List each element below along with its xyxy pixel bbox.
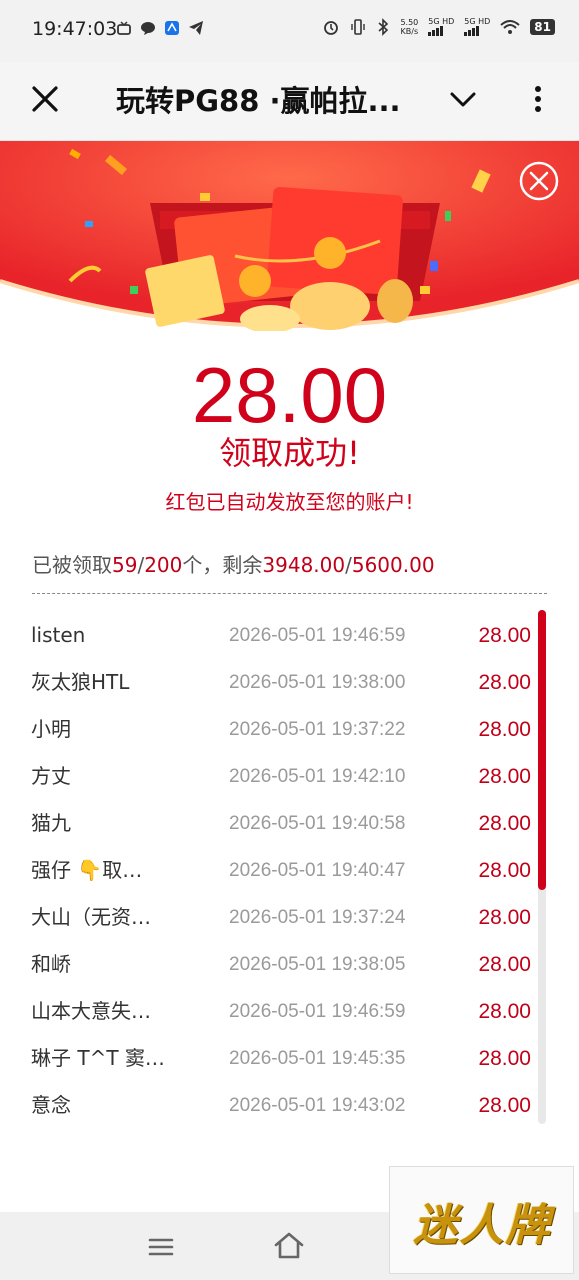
watermark-logo: 迷人牌 bbox=[389, 1166, 574, 1274]
telegram-icon bbox=[189, 21, 203, 35]
tv-app-icon bbox=[117, 21, 131, 35]
notification-icons bbox=[116, 20, 204, 36]
list-item: 猫九 2026-05-01 19:40:58 28.00 bbox=[0, 800, 579, 847]
claimer-name: 和峤 bbox=[31, 952, 71, 976]
claim-amount: 28.00 bbox=[478, 765, 531, 788]
app-bar: 玩转PG88 ·赢帕拉... bbox=[0, 62, 579, 141]
signal-bars-icon bbox=[428, 26, 454, 36]
scrollbar-thumb[interactable] bbox=[538, 610, 546, 890]
status-bar: 19:47:03 5.50 KB/s 5G HD 5G HD 81 bbox=[0, 0, 579, 62]
claim-amount: 28.00 bbox=[478, 624, 531, 647]
network-speed: 5.50 KB/s bbox=[400, 18, 419, 36]
page-title: 玩转PG88 ·赢帕拉... bbox=[116, 84, 401, 118]
more-vertical-icon[interactable] bbox=[528, 82, 548, 116]
claimer-name: 方丈 bbox=[31, 764, 71, 788]
alarm-icon bbox=[324, 21, 339, 35]
claimed-count: 59 bbox=[112, 553, 138, 577]
claim-time: 2026-05-01 19:46:59 bbox=[229, 625, 406, 646]
claim-time: 2026-05-01 19:38:00 bbox=[229, 672, 406, 693]
claim-amount: 28.00 bbox=[478, 812, 531, 835]
wifi-icon bbox=[500, 20, 520, 34]
claimer-name: 大山（无资… bbox=[31, 905, 151, 929]
vibrate-icon bbox=[351, 19, 366, 35]
claim-time: 2026-05-01 19:37:22 bbox=[229, 719, 406, 740]
chevron-down-icon[interactable] bbox=[448, 82, 478, 116]
list-item: 琳子 T^T 窦… 2026-05-01 19:45:35 28.00 bbox=[0, 1035, 579, 1082]
claim-time: 2026-05-01 19:43:02 bbox=[229, 1095, 406, 1116]
claim-amount: 28.00 bbox=[478, 1000, 531, 1023]
received-amount: 28.00 bbox=[191, 351, 388, 439]
claimer-name: 小明 bbox=[31, 717, 71, 741]
menu-icon[interactable] bbox=[146, 1232, 176, 1262]
list-item: 强仔 👇取… 2026-05-01 19:40:47 28.00 bbox=[0, 847, 579, 894]
claim-amount: 28.00 bbox=[478, 906, 531, 929]
claimer-name: listen bbox=[31, 623, 86, 647]
close-icon[interactable] bbox=[28, 82, 62, 116]
claim-time: 2026-05-01 19:40:47 bbox=[229, 860, 406, 881]
chat-bubble-icon bbox=[141, 22, 155, 35]
circle-close-icon[interactable] bbox=[518, 160, 560, 202]
battery-indicator: 81 bbox=[530, 19, 555, 35]
list-item: 小明 2026-05-01 19:37:22 28.00 bbox=[0, 706, 579, 753]
claim-time: 2026-05-01 19:46:59 bbox=[229, 1001, 406, 1022]
list-item: 大山（无资… 2026-05-01 19:37:24 28.00 bbox=[0, 894, 579, 941]
system-indicators: 5.50 KB/s 5G HD 5G HD 81 bbox=[322, 18, 555, 36]
total-count: 200 bbox=[144, 553, 183, 577]
list-item: 意念 2026-05-01 19:43:02 28.00 bbox=[0, 1082, 579, 1129]
claimer-name: 山本大意失… bbox=[31, 999, 151, 1023]
claim-amount: 28.00 bbox=[478, 953, 531, 976]
red-packet-banner bbox=[0, 141, 579, 331]
claim-status: 领取成功! bbox=[219, 434, 360, 472]
list-item: listen 2026-05-01 19:46:59 28.00 bbox=[0, 612, 579, 659]
claimer-name: 琳子 T^T 窦… bbox=[31, 1046, 165, 1070]
claim-amount: 28.00 bbox=[478, 671, 531, 694]
signal-sim1: 5G HD bbox=[428, 18, 454, 36]
claim-time: 2026-05-01 19:45:35 bbox=[229, 1048, 406, 1069]
claim-amount: 28.00 bbox=[478, 1094, 531, 1117]
claim-hint: 红包已自动发放至您的账户! bbox=[165, 490, 414, 514]
watermark-text: 迷人牌 bbox=[413, 1200, 552, 1251]
claimer-name: 猫九 bbox=[31, 811, 71, 835]
divider bbox=[32, 593, 547, 594]
red-packet-illustration bbox=[0, 141, 579, 331]
claim-amount: 28.00 bbox=[478, 718, 531, 741]
bluetooth-icon bbox=[378, 18, 389, 36]
claim-time: 2026-05-01 19:40:58 bbox=[229, 813, 406, 834]
list-item: 和峤 2026-05-01 19:38:05 28.00 bbox=[0, 941, 579, 988]
claimer-name: 强仔 👇取… bbox=[31, 858, 143, 882]
total-amount: 5600.00 bbox=[351, 553, 435, 577]
claim-summary: 已被领取59/200个，剩余3948.00/5600.00 bbox=[32, 553, 435, 577]
signal-sim2: 5G HD bbox=[464, 18, 490, 36]
claimer-name: 意念 bbox=[31, 1093, 71, 1117]
claim-amount: 28.00 bbox=[478, 1047, 531, 1070]
status-time: 19:47:03 bbox=[32, 18, 118, 40]
claim-time: 2026-05-01 19:37:24 bbox=[229, 907, 406, 928]
list-item: 方丈 2026-05-01 19:42:10 28.00 bbox=[0, 753, 579, 800]
payment-app-icon bbox=[165, 21, 179, 35]
claim-time: 2026-05-01 19:42:10 bbox=[229, 766, 406, 787]
claim-time: 2026-05-01 19:38:05 bbox=[229, 954, 406, 975]
claim-amount: 28.00 bbox=[478, 859, 531, 882]
signal-bars-icon bbox=[464, 26, 490, 36]
claimer-name: 灰太狼HTL bbox=[31, 670, 130, 694]
remaining-amount: 3948.00 bbox=[262, 553, 346, 577]
home-icon[interactable] bbox=[272, 1230, 306, 1262]
list-item: 山本大意失… 2026-05-01 19:46:59 28.00 bbox=[0, 988, 579, 1035]
list-item: 灰太狼HTL 2026-05-01 19:38:00 28.00 bbox=[0, 659, 579, 706]
